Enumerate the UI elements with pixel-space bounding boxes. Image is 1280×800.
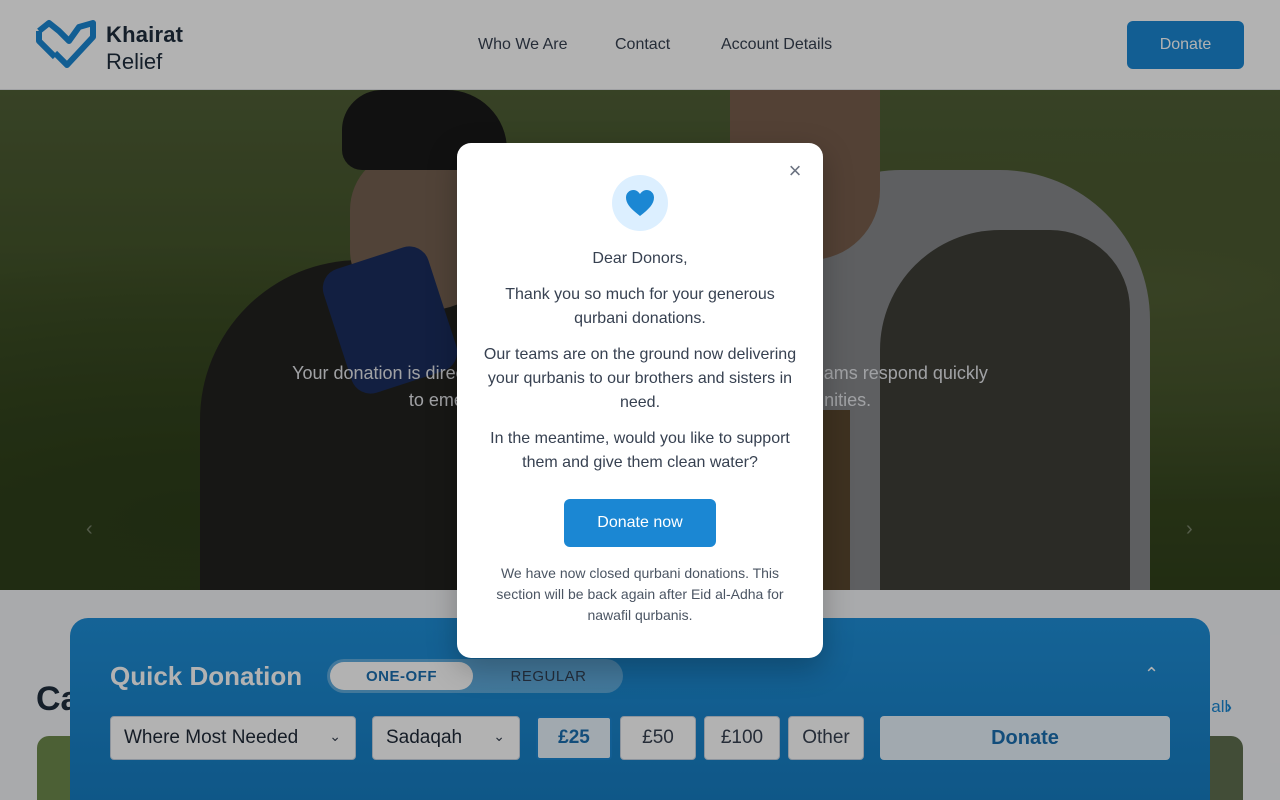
close-icon[interactable]: × bbox=[784, 160, 806, 182]
modal-paragraph-thanks: Thank you so much for your generous qurb… bbox=[505, 286, 775, 327]
modal-closed-note: We have now closed qurbani donations. Th… bbox=[496, 565, 784, 623]
modal-paragraph-teams: Our teams are on the ground now deliveri… bbox=[483, 346, 797, 411]
modal-greeting: Dear Donors, bbox=[592, 250, 688, 267]
heart-icon bbox=[612, 175, 668, 231]
donate-now-button[interactable]: Donate now bbox=[564, 499, 716, 547]
qurbani-modal: × Dear Donors, Thank you so much for you… bbox=[457, 143, 823, 658]
modal-paragraph-support: In the meantime, would you like to suppo… bbox=[490, 430, 790, 471]
